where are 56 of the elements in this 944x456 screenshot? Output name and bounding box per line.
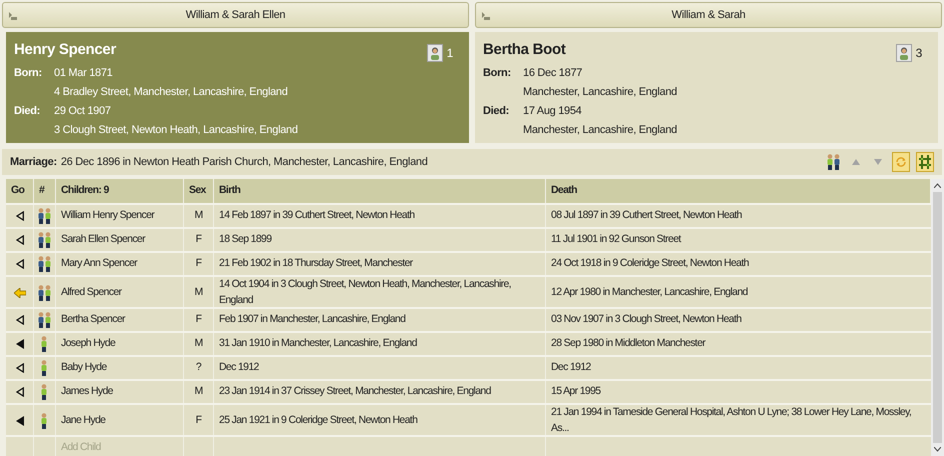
person-name: Bertha Boot xyxy=(483,40,567,60)
died-label: Died: xyxy=(14,104,42,119)
person-name: Henry Spencer xyxy=(14,40,118,60)
scroll-down-icon xyxy=(934,447,941,452)
death-cell-text: 28 Sep 1980 in Middleton Manchester xyxy=(550,336,706,352)
parents-button[interactable]: William & Sarah xyxy=(475,2,942,28)
triangle-left-icon[interactable] xyxy=(16,416,24,426)
parents-button[interactable]: William & Sarah Ellen xyxy=(2,2,469,28)
death-cell-text: 11 Jul 1901 in 92 Gunson Street xyxy=(550,232,682,248)
death-cell-text: 24 Oct 1918 in 9 Coleridge Street, Newton Heath xyxy=(550,256,750,272)
death-cell-text: Dec 1912 xyxy=(550,360,592,376)
triangle-left-icon[interactable] xyxy=(16,339,24,350)
death-cell-text: 15 Apr 1995 xyxy=(550,384,602,400)
toolbar-button[interactable] xyxy=(826,152,842,172)
marriage-label: Marriage: xyxy=(10,154,57,170)
birth-place: 4 Bradley Street, Manchester, Lancashire, England xyxy=(54,85,289,100)
sync-icon xyxy=(895,156,907,168)
expand-icon xyxy=(9,12,17,20)
triangle-left-icon[interactable] xyxy=(16,363,24,374)
scroll-up-icon xyxy=(934,183,941,188)
toolbar-button[interactable] xyxy=(916,152,934,172)
person-card[interactable]: Henry Spencer Born: 01 Mar 1871 4 Bradley Street, Manchester, Lancashire, England Died: 29 Oct 1907 3 Clough Street, Newton Heath, Lancashire, England 1 xyxy=(6,32,469,143)
people-icon xyxy=(827,154,841,170)
death-cell-text: 03 Nov 1907 in 3 Clough Street, Newton Heath xyxy=(550,312,742,328)
triangle-left-icon[interactable] xyxy=(16,234,24,245)
person-card[interactable]: Bertha Boot Born: 16 Dec 1877 Manchester, Lancashire, England Died: 17 Aug 1954 Manchester, Lancashire, England 3 xyxy=(475,32,938,143)
portrait-icon xyxy=(430,46,440,60)
death-cell-text: 12 Apr 1980 in Manchester, Lancashire, England xyxy=(550,284,749,300)
marriage-details: 26 Dec 1896 in Newton Heath Parish Church, Manchester, Lancashire, England xyxy=(60,154,429,170)
born-label: Born: xyxy=(14,66,43,81)
born-label: Born: xyxy=(483,66,512,81)
arrow-left-icon[interactable] xyxy=(14,288,26,298)
death-place: 3 Clough Street, Newton Heath, Lancashire, England xyxy=(54,123,299,138)
tree-icon xyxy=(919,155,931,169)
death-date: 29 Oct 1907 xyxy=(54,104,112,119)
death-cell-text: 08 Jul 1897 in 39 Cuthert Street, Newton Heath xyxy=(550,208,743,224)
died-label: Died: xyxy=(483,104,510,119)
triangle-left-icon[interactable] xyxy=(16,258,24,269)
portrait-button[interactable] xyxy=(896,44,912,62)
triangle-left-icon[interactable] xyxy=(16,210,24,221)
birth-date: 16 Dec 1877 xyxy=(523,66,584,81)
media-count: 1 xyxy=(446,45,453,62)
portrait-icon xyxy=(898,46,909,60)
birth-date: 01 Mar 1871 xyxy=(54,66,114,81)
triangle-left-icon[interactable] xyxy=(16,315,24,326)
media-count: 3 xyxy=(916,45,922,62)
death-cell-text: 21 Jan 1994 in Tameside General Hospital, Ashton U Lyne; 38 Lower Hey Lane, Mossley, As... xyxy=(550,405,912,436)
triangle-left-icon[interactable] xyxy=(16,387,24,398)
down-arrow-icon xyxy=(874,159,882,165)
death-date: 17 Aug 1954 xyxy=(523,104,582,119)
up-arrow-icon xyxy=(852,159,860,165)
death-place: Manchester, Lancashire, England xyxy=(523,123,678,138)
scrollbar[interactable] xyxy=(931,179,944,456)
expand-icon xyxy=(482,12,490,20)
birth-place: Manchester, Lancashire, England xyxy=(523,85,678,100)
portrait-button[interactable] xyxy=(426,44,443,62)
